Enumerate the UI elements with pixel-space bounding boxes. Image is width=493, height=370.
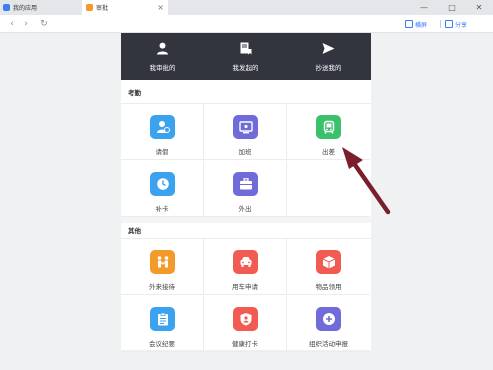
app-label: 补卡 (155, 205, 169, 213)
app-visitor-reception[interactable]: 外来接待 (121, 239, 204, 295)
app-label: 会议纪要 (149, 340, 175, 348)
tab-approval[interactable]: 审批 × (82, 0, 168, 15)
overtime-icon (233, 115, 258, 139)
section-divider (121, 217, 371, 223)
app-label: 用车申请 (232, 283, 258, 291)
app-icon (3, 4, 10, 11)
reload-button[interactable]: ↻ (37, 17, 51, 31)
tab-my-apps[interactable]: 我的应用 (0, 0, 82, 15)
car-icon (233, 250, 258, 274)
minimize-button[interactable]: — (410, 0, 438, 15)
section-title-other: 其他 (128, 227, 141, 235)
header-item-label: 抄送我的 (315, 64, 342, 72)
clipboard-icon (150, 307, 175, 331)
app-missed-punch[interactable]: 补卡 (121, 161, 204, 217)
header-item-my-approvals[interactable]: 我审批的 (121, 33, 204, 80)
header-item-label: 我审批的 (149, 64, 176, 72)
section-title-attendance: 考勤 (128, 89, 141, 97)
tab-close-icon[interactable]: × (157, 1, 164, 14)
app-outing[interactable]: 外出 (204, 161, 287, 217)
tab-label: 我的应用 (13, 5, 38, 12)
app-label: 组织活动申报 (309, 340, 348, 348)
landscape-label: 横屏 (415, 21, 428, 29)
app-overtime[interactable]: 加班 (204, 104, 287, 160)
app-car-request[interactable]: 用车申请 (204, 239, 287, 295)
approval-header: 我审批的 我发起的 抄送我的 (121, 33, 371, 80)
app-meeting-minutes[interactable]: 会议纪要 (121, 296, 204, 352)
share-button[interactable]: 分享 (445, 18, 467, 30)
tab-bar: 我的应用 审批 × — □ ✕ (0, 0, 493, 15)
header-item-label: 我发起的 (232, 64, 259, 72)
app-label: 健康打卡 (232, 340, 258, 348)
header-item-cc-me[interactable]: 抄送我的 (287, 33, 370, 80)
approval-icon (86, 4, 93, 11)
plus-icon (316, 307, 341, 331)
person-icon (157, 42, 168, 55)
close-window-button[interactable]: ✕ (465, 0, 493, 15)
leave-icon (150, 115, 175, 139)
app-label: 请假 (155, 148, 169, 156)
reception-icon (150, 250, 175, 274)
empty-cell (287, 161, 370, 217)
attendance-grid: 请假 加班 出差 补卡 外出 (121, 103, 371, 217)
app-business-trip[interactable]: 出差 (287, 104, 370, 160)
landscape-icon (405, 20, 413, 28)
app-label: 出差 (322, 148, 335, 156)
toolbar-divider (440, 20, 441, 28)
app-item-collection[interactable]: 物品领用 (287, 239, 370, 295)
health-icon (233, 307, 258, 331)
briefcase-icon (233, 172, 258, 196)
package-icon (316, 250, 341, 274)
share-label: 分享 (455, 21, 468, 29)
share-icon (445, 20, 453, 28)
document-flag-icon (240, 42, 252, 55)
header-item-initiated[interactable]: 我发起的 (204, 33, 287, 80)
clock-icon (150, 172, 175, 196)
send-icon (322, 43, 335, 54)
app-leave[interactable]: 请假 (121, 104, 204, 160)
forward-button[interactable]: › (19, 17, 33, 31)
app-health-checkin[interactable]: 健康打卡 (204, 296, 287, 352)
maximize-button[interactable]: □ (438, 0, 466, 15)
app-label: 加班 (238, 148, 252, 156)
app-label: 物品领用 (315, 283, 342, 291)
approval-panel: 我审批的 我发起的 抄送我的 考勤 请假 加班 出差 补卡 外出 其他 外来接待… (121, 33, 371, 352)
landscape-button[interactable]: 横屏 (405, 18, 427, 30)
toolbar: ‹ › ↻ 横屏 分享 (0, 15, 493, 33)
tab-label: 审批 (96, 5, 109, 12)
app-activity-declaration[interactable]: 组织活动申报 (287, 296, 370, 352)
other-grid: 外来接待 用车申请 物品领用 会议纪要 健康打卡 组织活动申报 (121, 238, 371, 352)
app-label: 外来接待 (149, 283, 175, 291)
app-label: 外出 (238, 205, 252, 213)
back-button[interactable]: ‹ (5, 17, 19, 31)
business-trip-icon (316, 115, 341, 139)
